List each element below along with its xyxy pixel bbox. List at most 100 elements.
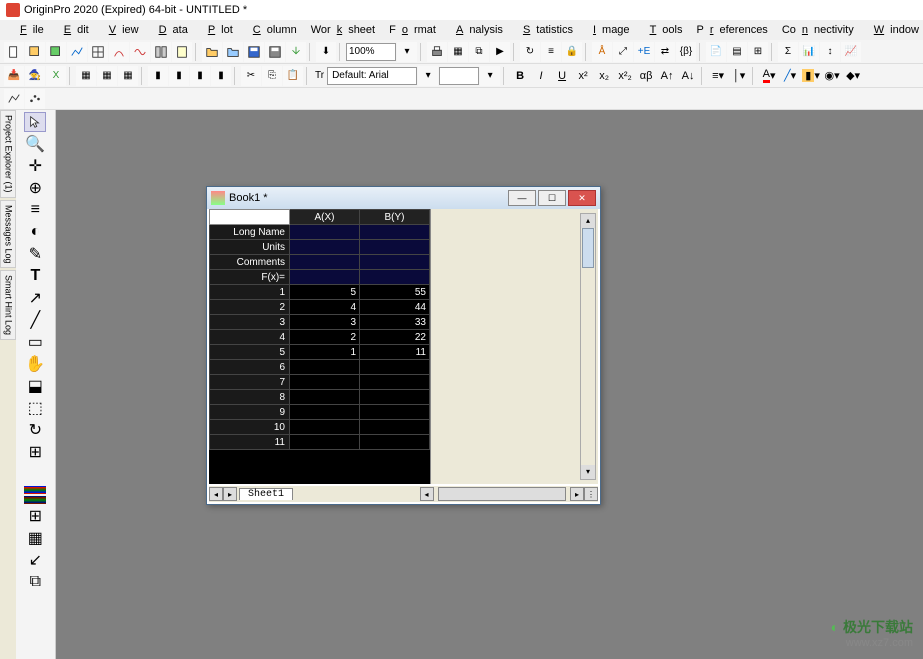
cell[interactable]	[290, 225, 360, 240]
row-num[interactable]: 10	[210, 420, 290, 435]
import-ascii-button[interactable]: 📥	[4, 66, 24, 86]
line-plot-button[interactable]	[4, 89, 24, 109]
row-num[interactable]: 8	[210, 390, 290, 405]
cell[interactable]: 11	[360, 345, 430, 360]
new-function-button[interactable]	[109, 42, 129, 62]
menu-column[interactable]: Column	[241, 22, 303, 38]
cell[interactable]	[360, 375, 430, 390]
select-all-cell[interactable]	[210, 210, 290, 225]
menu-tools[interactable]: Tools	[638, 22, 689, 38]
sheet-tab[interactable]: Sheet1	[239, 488, 293, 500]
cell[interactable]	[290, 270, 360, 285]
row-num[interactable]: 3	[210, 315, 290, 330]
tab-smart-hint-log[interactable]: Smart Hint Log	[0, 270, 16, 340]
cell[interactable]	[360, 435, 430, 450]
cell[interactable]: 4	[290, 300, 360, 315]
row-longname[interactable]: Long Name	[210, 225, 290, 240]
text-tool[interactable]: T	[24, 266, 46, 286]
new-notes-button[interactable]	[172, 42, 192, 62]
slide-button[interactable]: ▦	[448, 42, 468, 62]
lock-button[interactable]: 🔒	[562, 42, 582, 62]
menu-window[interactable]: Window	[862, 22, 923, 38]
cell[interactable]	[290, 405, 360, 420]
reader-tool[interactable]: ✛	[24, 156, 46, 176]
refresh-button[interactable]: ↻	[520, 42, 540, 62]
data-selector-tool[interactable]: ≡	[24, 200, 46, 220]
recalc-button[interactable]: ≡	[541, 42, 561, 62]
cell[interactable]	[360, 405, 430, 420]
hscroll-left[interactable]: ◂	[420, 487, 434, 501]
menu-view[interactable]: View	[97, 22, 145, 38]
sort-button[interactable]: ↕	[820, 42, 840, 62]
row-num[interactable]: 5	[210, 345, 290, 360]
paste-button[interactable]: 📋	[283, 66, 303, 86]
symbol-button[interactable]: ◆▾	[843, 67, 863, 85]
pattern-button[interactable]: ◉▾	[822, 67, 842, 85]
merge-button[interactable]: ⧉	[24, 572, 46, 592]
chart-button[interactable]: 📈	[841, 42, 861, 62]
add-label-button[interactable]: Å	[592, 42, 612, 62]
menu-file[interactable]: File	[8, 22, 50, 38]
bold-button[interactable]: B	[510, 67, 530, 85]
menu-connectivity[interactable]: Connectivity	[776, 22, 860, 38]
zoom-tool[interactable]: 🔍	[24, 134, 46, 154]
cell[interactable]	[290, 375, 360, 390]
size-dropdown[interactable]: ▾	[480, 66, 500, 86]
worksheet-grid[interactable]: A(X) B(Y) Long Name Units Comments F(x)=…	[209, 209, 430, 484]
scatter-plot-button[interactable]	[25, 89, 45, 109]
transpose-button[interactable]: ⇄	[655, 42, 675, 62]
tab-nav-prev[interactable]: ◂	[209, 487, 223, 501]
cell[interactable]	[290, 420, 360, 435]
cell[interactable]	[290, 435, 360, 450]
scroll-up-icon[interactable]: ▴	[581, 214, 595, 228]
row-comments[interactable]: Comments	[210, 255, 290, 270]
line-width-button[interactable]: │▾	[729, 67, 749, 85]
maximize-button[interactable]: ☐	[538, 190, 566, 206]
row-num[interactable]: 2	[210, 300, 290, 315]
line-style-button[interactable]: ≡▾	[708, 67, 728, 85]
row-num[interactable]: 7	[210, 375, 290, 390]
col-plot3-button[interactable]: ▮	[190, 66, 210, 86]
code-button[interactable]: {β}	[676, 42, 696, 62]
menu-plot[interactable]: Plot	[196, 22, 239, 38]
rescale-button[interactable]: ⤢	[613, 42, 633, 62]
cell[interactable]: 33	[360, 315, 430, 330]
insert-tool[interactable]: ⊞	[24, 442, 46, 462]
arrange-button[interactable]: ▦	[24, 528, 46, 548]
zoom-input[interactable]	[346, 43, 396, 61]
duplicate-button[interactable]: ⧉	[469, 42, 489, 62]
split-handle[interactable]: ⋮	[584, 487, 598, 501]
save-button[interactable]	[244, 42, 264, 62]
line-color-button[interactable]: ╱▾	[780, 67, 800, 85]
batch-button[interactable]: ⬇	[316, 42, 336, 62]
menu-analysis[interactable]: Analysis	[444, 22, 509, 38]
rectangle-tool[interactable]: ▭	[24, 332, 46, 352]
copy-button[interactable]: ⎘	[262, 66, 282, 86]
add-column-button[interactable]: +E	[634, 42, 654, 62]
row-fx[interactable]: F(x)=	[210, 270, 290, 285]
new-layout-button[interactable]	[151, 42, 171, 62]
results-button[interactable]: ▤	[727, 42, 747, 62]
cell[interactable]: 55	[360, 285, 430, 300]
underline-button[interactable]: U	[552, 67, 572, 85]
open-button[interactable]	[202, 42, 222, 62]
font-size-input[interactable]	[439, 67, 479, 85]
font-color-button[interactable]: A▾	[759, 67, 779, 85]
scroll-down-icon[interactable]: ▾	[581, 465, 595, 479]
row-num[interactable]: 9	[210, 405, 290, 420]
new-2d-function-button[interactable]	[130, 42, 150, 62]
cell[interactable]: 44	[360, 300, 430, 315]
font-dropdown[interactable]: ▾	[418, 66, 438, 86]
row-num[interactable]: 4	[210, 330, 290, 345]
digitize-button[interactable]: ⊞	[748, 42, 768, 62]
col-plot4-button[interactable]: ▮	[211, 66, 231, 86]
row-num[interactable]: 11	[210, 435, 290, 450]
line-tool[interactable]: ╱	[24, 310, 46, 330]
new-graph-button[interactable]	[67, 42, 87, 62]
superscript-button[interactable]: x²	[573, 67, 593, 85]
tab-messages-log[interactable]: Messages Log	[0, 200, 16, 269]
menu-statistics[interactable]: Statistics	[511, 22, 579, 38]
column-header-b[interactable]: B(Y)	[360, 210, 430, 225]
greek-button[interactable]: αβ	[636, 67, 656, 85]
pan-tool[interactable]: ✋	[24, 354, 46, 374]
